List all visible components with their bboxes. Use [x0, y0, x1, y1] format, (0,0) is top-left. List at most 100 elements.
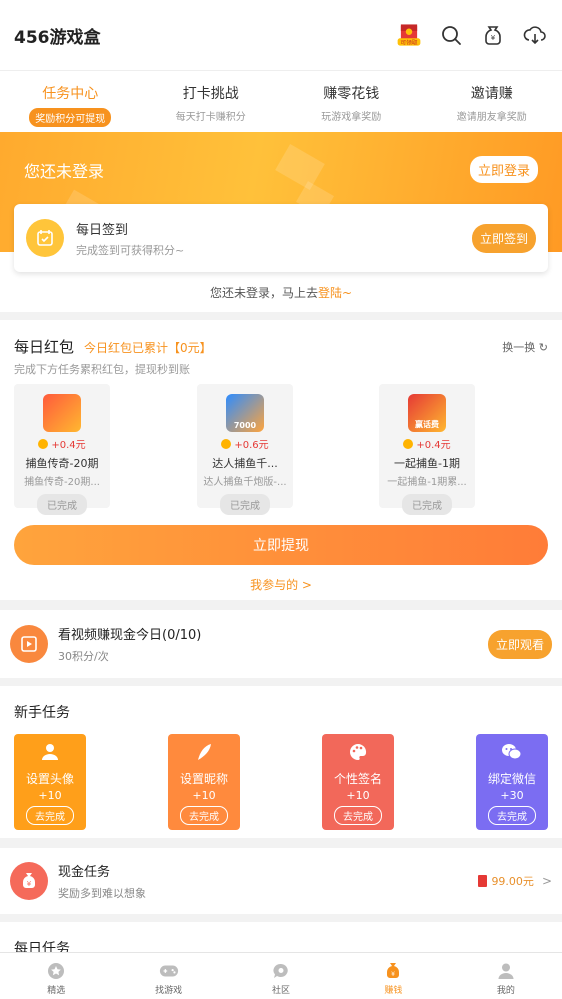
- task-go-button[interactable]: 去完成: [26, 806, 74, 825]
- tab-task-center[interactable]: 任务中心 奖励积分可提现: [0, 71, 141, 132]
- tab-subtitle: 玩游戏拿奖励: [321, 112, 382, 123]
- game-description: 一起捕鱼-1期累...: [387, 477, 467, 488]
- login-hint: 您还未登录，马上去登陆~: [0, 284, 562, 301]
- tab-subtitle: 奖励积分可提现: [29, 108, 112, 127]
- cash-task-subtitle: 奖励多到难以想象: [58, 887, 146, 900]
- money-bag-icon: ¥: [383, 961, 403, 981]
- game-reward: +0.6元: [234, 440, 269, 451]
- game-description: 达人捕鱼千炮版-...: [203, 477, 287, 488]
- video-task-title: 看视频赚现金今日(0/10): [58, 628, 202, 643]
- task-label: 绑定微信: [487, 772, 536, 786]
- svg-text:¥: ¥: [491, 34, 496, 42]
- video-icon: [10, 625, 48, 663]
- bottom-nav: 精选 找游戏 社区 ¥ 赚钱 我的: [0, 952, 562, 999]
- tab-invite[interactable]: 邀请赚 邀请朋友拿奖励: [422, 71, 562, 132]
- newbie-task-wechat[interactable]: 绑定微信 +30 去完成: [476, 734, 548, 830]
- nav-featured[interactable]: 精选: [0, 953, 112, 999]
- game-reward: +0.4元: [416, 440, 451, 451]
- money-bag-icon[interactable]: ¥: [480, 22, 506, 48]
- tab-title: 打卡挑战: [182, 86, 239, 102]
- nav-earn-money[interactable]: ¥ 赚钱: [337, 953, 449, 999]
- tab-subtitle: 邀请朋友拿奖励: [456, 112, 527, 123]
- daily-redpack-section: 每日红包 今日红包已累计【0元】 换一换 ↻ 完成下方任务累积红包，提现秒到账 …: [0, 320, 562, 600]
- svg-text:¥: ¥: [392, 971, 396, 978]
- wechat-icon: [500, 740, 524, 764]
- newbie-tasks-section: 新手任务 设置头像 +10 去完成 设置昵称 +10 去完成 个性签名 +10 …: [0, 686, 562, 838]
- svg-text:¥: ¥: [27, 880, 32, 888]
- red-envelope-icon: [478, 875, 488, 887]
- watch-video-task: 看视频赚现金今日(0/10) 30积分/次 立即观看: [0, 610, 562, 678]
- game-status-badge: 已完成: [37, 494, 87, 515]
- user-icon: [38, 740, 62, 764]
- task-go-button[interactable]: 去完成: [334, 806, 382, 825]
- tab-pocket-money[interactable]: 赚零花钱 玩游戏拿奖励: [281, 71, 422, 132]
- tab-title: 任务中心: [42, 86, 99, 102]
- signin-title: 每日签到: [76, 222, 129, 238]
- gamepad-icon: [159, 961, 179, 981]
- newbie-task-signature[interactable]: 个性签名 +10 去完成: [322, 734, 394, 830]
- coin-icon: [221, 438, 232, 449]
- nav-label: 找游戏: [155, 986, 183, 996]
- download-cloud-icon[interactable]: [522, 22, 548, 48]
- refresh-label: 换一换: [502, 341, 536, 354]
- tab-title: 赚零花钱: [323, 86, 380, 102]
- task-label: 设置昵称: [179, 772, 228, 786]
- game-icon-text: 赢话费: [415, 420, 439, 429]
- signin-button[interactable]: 立即签到: [471, 223, 536, 253]
- nav-me[interactable]: 我的: [450, 953, 562, 999]
- cash-task-title: 现金任务: [58, 865, 111, 880]
- game-name: 一起捕鱼-1期: [394, 457, 460, 470]
- tab-title: 邀请赚: [470, 86, 513, 102]
- money-bag-icon: ¥: [10, 862, 48, 900]
- chat-bubble-icon: [271, 961, 291, 981]
- login-hint-text: 您还未登录，马上去: [209, 286, 318, 300]
- palette-icon: [346, 740, 370, 764]
- login-hero: 您还未登录 立即登录 每日签到 完成签到可获得积分~ 立即签到 您还未登录，马上…: [0, 132, 562, 312]
- game-name: 捕鱼传奇-20期: [25, 457, 99, 470]
- tab-checkin-challenge[interactable]: 打卡挑战 每天打卡赚积分: [141, 71, 282, 132]
- game-status-badge: 已完成: [220, 494, 270, 515]
- cash-task-row[interactable]: ¥ 现金任务 奖励多到难以想象 99.00元 >: [0, 848, 562, 914]
- redpack-gift-icon[interactable]: 可领取: [396, 22, 422, 48]
- task-go-button[interactable]: 去完成: [180, 806, 228, 825]
- fish-game-icon: [43, 394, 81, 432]
- login-button[interactable]: 立即登录: [469, 156, 538, 183]
- task-points: +10: [38, 789, 62, 802]
- task-label: 个性签名: [333, 772, 382, 786]
- coin-icon: [38, 438, 49, 449]
- redpack-description: 完成下方任务累积红包，提现秒到账: [14, 363, 190, 376]
- refresh-icon: ↻: [538, 341, 548, 354]
- nav-label: 我的: [496, 986, 515, 996]
- task-go-button[interactable]: 去完成: [488, 806, 536, 825]
- withdraw-button[interactable]: 立即提现: [14, 525, 548, 565]
- top-icons: 可领取 ¥: [396, 22, 548, 48]
- refresh-button[interactable]: 换一换 ↻: [502, 339, 548, 355]
- signin-subtitle: 完成签到可获得积分~: [76, 243, 185, 257]
- newbie-task-avatar[interactable]: 设置头像 +10 去完成: [14, 734, 86, 830]
- search-icon[interactable]: [438, 22, 464, 48]
- task-points: +10: [192, 789, 216, 802]
- nav-find-games[interactable]: 找游戏: [112, 953, 224, 999]
- game-status-badge: 已完成: [402, 494, 452, 515]
- game-card[interactable]: 赢话费 +0.4元 一起捕鱼-1期 一起捕鱼-1期累... 已完成: [379, 384, 475, 515]
- newbie-task-nickname[interactable]: 设置昵称 +10 去完成: [168, 734, 240, 830]
- redpack-total: 今日红包已累计【0元】: [84, 341, 212, 355]
- task-label: 设置头像: [25, 772, 74, 786]
- game-card[interactable]: 7000 +0.6元 达人捕鱼千... 达人捕鱼千炮版-... 已完成: [197, 384, 293, 515]
- video-task-subtitle: 30积分/次: [58, 650, 109, 663]
- tab-subtitle: 每天打卡赚积分: [175, 112, 246, 123]
- cash-amount: 99.00元: [491, 875, 534, 888]
- game-reward: +0.4元: [51, 440, 86, 451]
- chevron-right-icon: >: [541, 874, 552, 888]
- my-participation-link[interactable]: 我参与的 >: [0, 576, 562, 593]
- fish-game-icon: 赢话费: [408, 394, 446, 432]
- newbie-title: 新手任务: [14, 705, 70, 721]
- calendar-check-icon: [26, 219, 64, 257]
- watch-now-button[interactable]: 立即观看: [487, 629, 552, 659]
- nav-community[interactable]: 社区: [225, 953, 337, 999]
- game-name: 达人捕鱼千...: [212, 457, 278, 470]
- redpack-title: 每日红包: [14, 338, 75, 356]
- game-card[interactable]: +0.4元 捕鱼传奇-20期 捕鱼传奇-20期... 已完成: [14, 384, 110, 515]
- login-link[interactable]: 登陆~: [318, 286, 352, 300]
- game-icon-text: 7000: [233, 421, 257, 430]
